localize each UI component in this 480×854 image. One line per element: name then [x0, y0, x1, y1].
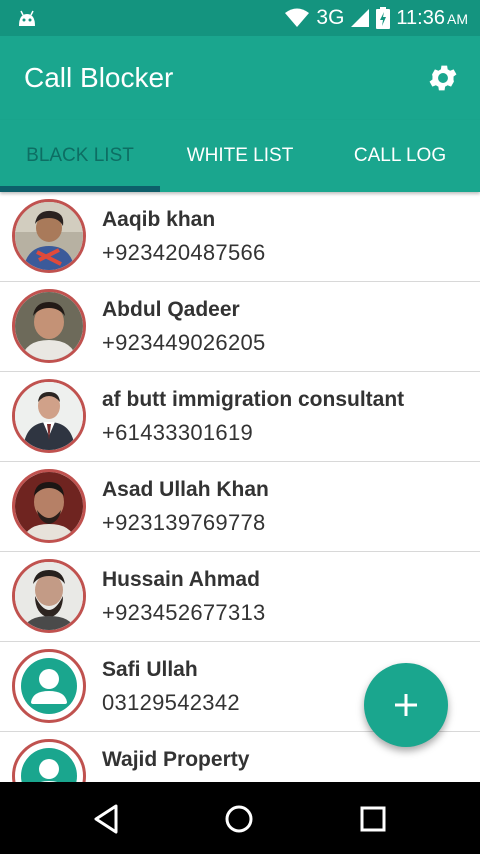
contact-name: Hussain Ahmad [102, 568, 260, 591]
plus-icon [395, 694, 417, 716]
contact-name: Asad Ullah Khan [102, 478, 269, 501]
network-type: 3G [316, 6, 345, 29]
status-bar: 3G 11:36 AM [0, 0, 480, 36]
battery-charging-icon [376, 7, 391, 29]
avatar [12, 289, 86, 363]
android-icon [19, 10, 35, 26]
add-contact-button[interactable] [364, 663, 448, 747]
contact-photo [15, 562, 83, 630]
avatar [12, 379, 86, 453]
app-bar: Call Blocker [0, 36, 480, 120]
contact-name: af butt immigration consultant [102, 388, 405, 411]
recents-icon[interactable] [356, 802, 390, 836]
avatar [12, 469, 86, 543]
signal-icon [351, 9, 370, 27]
avatar [12, 199, 86, 273]
contact-name: Aaqib khan [102, 208, 216, 231]
tab-white-list[interactable]: WHITE LIST [160, 120, 320, 192]
avatar [12, 649, 86, 723]
contact-photo [15, 382, 83, 450]
home-icon[interactable] [222, 802, 256, 836]
back-icon[interactable] [90, 802, 124, 836]
contact-phone: +923420487566 [102, 240, 266, 265]
contact-name: Abdul Qadeer [102, 298, 240, 321]
clock: 11:36 [396, 6, 445, 29]
contact-phone: +923139769778 [102, 510, 266, 535]
list-item[interactable]: Hussain Ahmad +923452677313 [0, 552, 480, 642]
default-person-icon [21, 658, 77, 714]
tab-black-list[interactable]: BLACK LIST [0, 120, 160, 192]
gear-icon[interactable] [426, 61, 460, 95]
contact-phone: +923449026205 [102, 330, 266, 355]
contact-photo [15, 292, 83, 360]
contact-phone: 03129542342 [102, 690, 240, 715]
navigation-bar [0, 782, 480, 854]
list-item[interactable]: Asad Ullah Khan +923139769778 [0, 462, 480, 552]
list-item[interactable]: Abdul Qadeer +923449026205 [0, 282, 480, 372]
contact-name: Wajid Property [102, 748, 250, 771]
tab-call-log[interactable]: CALL LOG [320, 120, 480, 192]
tab-bar: BLACK LIST WHITE LIST CALL LOG [0, 120, 480, 192]
avatar [12, 739, 86, 782]
contact-name: Safi Ullah [102, 658, 198, 681]
contact-photo [15, 472, 83, 540]
contact-photo [15, 202, 83, 270]
avatar [12, 559, 86, 633]
clock-ampm: AM [447, 10, 468, 27]
contact-phone: +923452677313 [102, 600, 266, 625]
wifi-icon [285, 8, 310, 27]
list-item[interactable]: af butt immigration consultant +61433301… [0, 372, 480, 462]
contact-phone: +61433301619 [102, 420, 254, 445]
default-person-icon [21, 748, 77, 782]
list-item[interactable]: Aaqib khan +923420487566 [0, 192, 480, 282]
app-title: Call Blocker [24, 62, 174, 93]
